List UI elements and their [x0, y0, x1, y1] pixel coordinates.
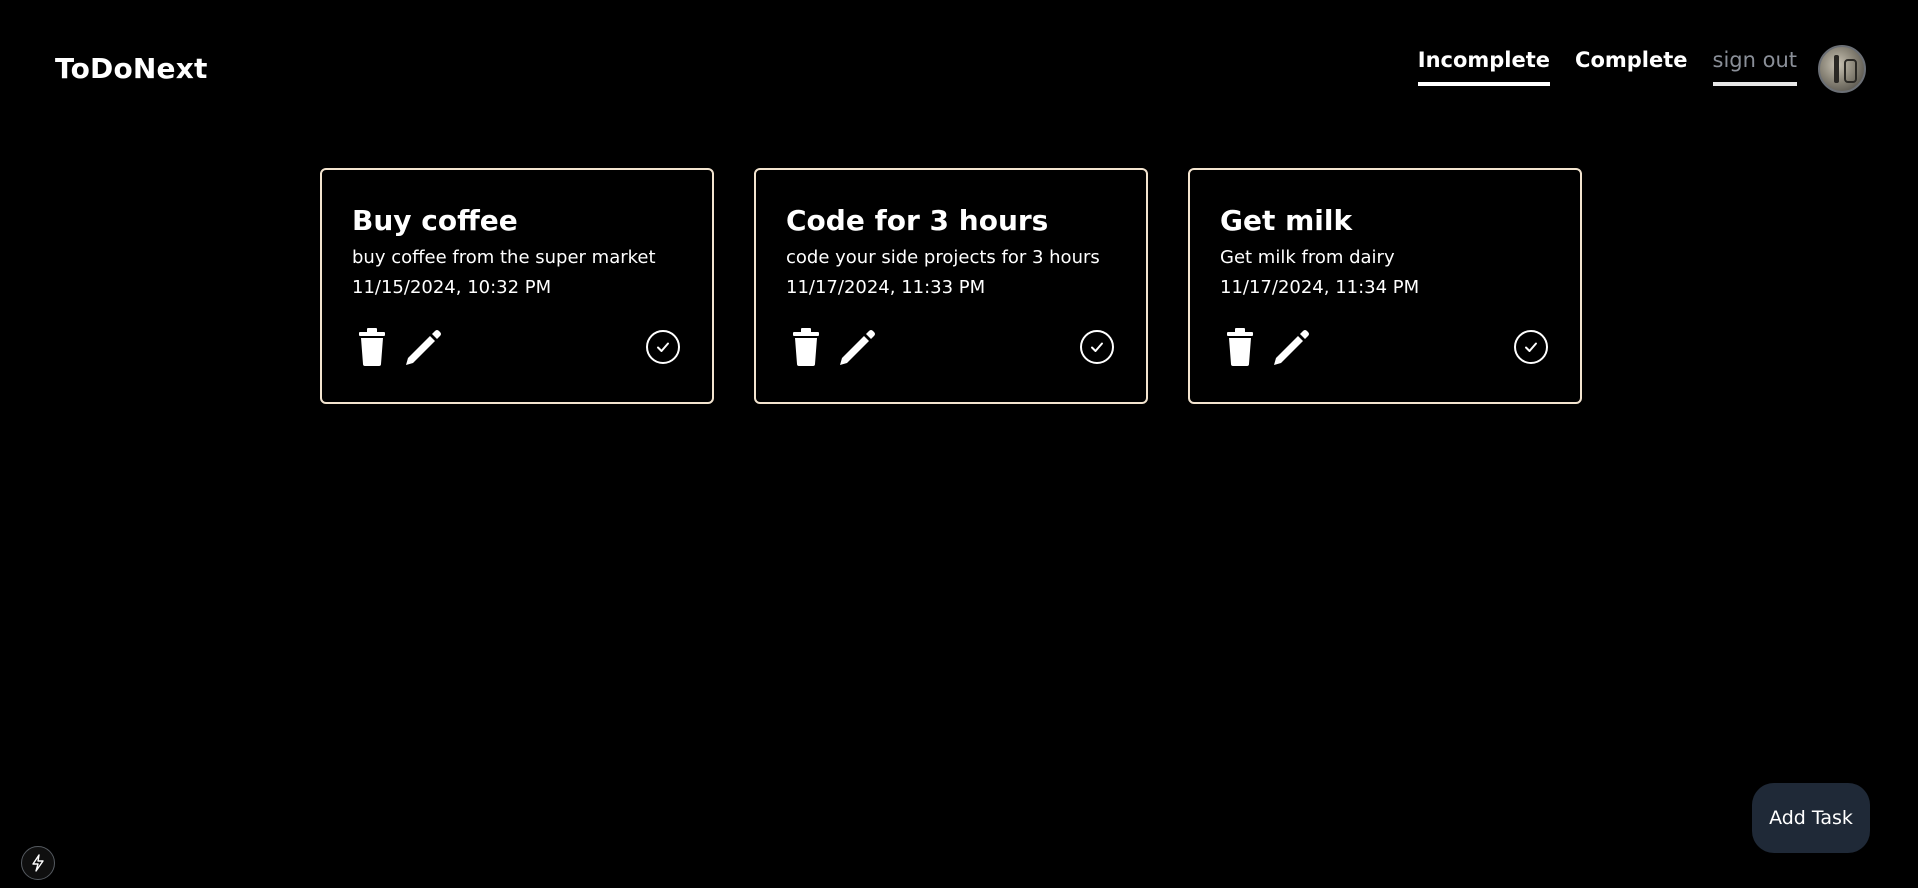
task-description: buy coffee from the super market — [352, 247, 656, 268]
user-avatar[interactable] — [1818, 45, 1866, 93]
check-icon — [1091, 342, 1103, 352]
check-icon — [657, 342, 669, 352]
trash-icon[interactable] — [358, 328, 388, 366]
pencil-icon[interactable] — [1272, 328, 1309, 366]
trash-icon[interactable] — [792, 328, 822, 366]
dev-tools-button[interactable] — [21, 846, 55, 880]
app-logo[interactable]: ToDoNext — [55, 52, 208, 85]
trash-icon[interactable] — [1226, 328, 1256, 366]
task-card: Code for 3 hours code your side projects… — [754, 168, 1148, 404]
task-actions — [792, 328, 875, 366]
task-date: 11/17/2024, 11:33 PM — [786, 277, 986, 298]
complete-check-button[interactable] — [1514, 330, 1548, 364]
sign-out-link[interactable]: sign out — [1712, 48, 1797, 86]
task-title: Code for 3 hours — [786, 204, 1049, 237]
pencil-icon[interactable] — [404, 328, 441, 366]
complete-check-button[interactable] — [646, 330, 680, 364]
add-task-button[interactable]: Add Task — [1752, 783, 1870, 853]
app-page: ToDoNext Incomplete Complete sign out Bu… — [0, 0, 1918, 888]
lightning-bolt-icon — [32, 854, 44, 872]
task-card: Get milk Get milk from dairy 11/17/2024,… — [1188, 168, 1582, 404]
task-date: 11/15/2024, 10:32 PM — [352, 277, 552, 298]
tab-incomplete[interactable]: Incomplete — [1417, 48, 1551, 86]
task-description: Get milk from dairy — [1220, 247, 1395, 268]
task-date: 11/17/2024, 11:34 PM — [1220, 277, 1420, 298]
task-actions — [1226, 328, 1309, 366]
task-title: Buy coffee — [352, 204, 518, 237]
task-list: Buy coffee buy coffee from the super mar… — [320, 168, 1582, 404]
complete-check-button[interactable] — [1080, 330, 1114, 364]
task-actions — [358, 328, 441, 366]
pencil-icon[interactable] — [838, 328, 875, 366]
task-title: Get milk — [1220, 204, 1353, 237]
top-nav: Incomplete Complete sign out — [1417, 48, 1797, 86]
task-description: code your side projects for 3 hours — [786, 247, 1100, 268]
check-icon — [1525, 342, 1537, 352]
task-card: Buy coffee buy coffee from the super mar… — [320, 168, 714, 404]
tab-complete[interactable]: Complete — [1575, 48, 1687, 86]
